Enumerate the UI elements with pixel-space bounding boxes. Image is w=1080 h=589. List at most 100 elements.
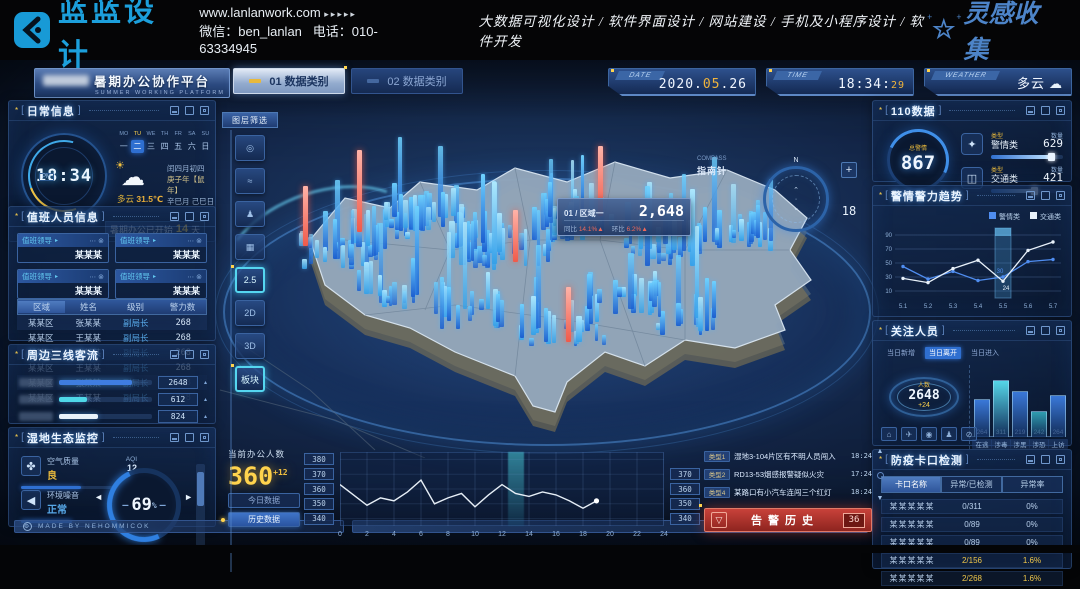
y-tick: 340	[304, 513, 334, 525]
minimize-icon[interactable]	[1026, 191, 1035, 200]
map-tooltip: 01 / 区域一 2,648 同比 14.1%▲ 环比 6.2%▲	[557, 198, 691, 236]
checkpoint-row[interactable]: 某某某某某0/890%	[881, 517, 1063, 532]
minimize-icon[interactable]	[1026, 455, 1035, 464]
layer-button-2.5[interactable]: 2.5	[235, 267, 265, 293]
x-tick: 6	[419, 531, 423, 538]
data-spike	[546, 229, 551, 263]
window-icon[interactable]	[185, 212, 194, 221]
layer-button-板块[interactable]: 板块	[235, 366, 265, 392]
minimize-icon[interactable]	[1026, 326, 1035, 335]
alert-time: 18:24	[846, 452, 872, 460]
alert-history-banner[interactable]: ▽ 告警历史 36	[704, 508, 872, 532]
checkpoint-row[interactable]: 某某某某某0/3110%	[881, 499, 1063, 514]
window-icon[interactable]	[185, 433, 194, 442]
checkpoint-row[interactable]: 某某某某某2/2681.6%	[881, 571, 1063, 586]
map-3d-view[interactable]: 01 / 区域一 2,648 同比 14.1%▲ 环比 6.2%▲ COMPAS…	[215, 90, 875, 458]
expand-icon[interactable]	[200, 212, 209, 221]
layer-button-signal[interactable]: ≈	[235, 168, 265, 194]
data-spike	[479, 299, 483, 310]
weekday-cell: TH四	[158, 131, 172, 153]
wechat-id: 微信：ben_lanlan	[199, 24, 302, 39]
clock-time: 18:34	[36, 166, 92, 186]
focus-tab[interactable]: 当日进入	[967, 347, 1003, 359]
window-icon[interactable]	[1041, 106, 1050, 115]
data-spike	[519, 233, 523, 250]
minimize-icon[interactable]	[170, 106, 179, 115]
alert-row[interactable]: 类型2RD13-53烟感报警疑似火灾17:24	[704, 466, 872, 482]
svg-text:50: 50	[885, 261, 892, 267]
duty-table-header: 区域姓名级别警力数	[17, 299, 207, 315]
layer-filter-title: 图层筛选	[222, 112, 278, 128]
svg-text:30: 30	[997, 269, 1004, 275]
minimize-icon[interactable]	[170, 212, 179, 221]
focus-tab[interactable]: 当日离开	[925, 347, 961, 359]
alert-row[interactable]: 类型4某路口有小汽车连闯三个红灯18:24	[704, 484, 872, 500]
expand-icon[interactable]	[1056, 191, 1065, 200]
duty-table-row[interactable]: 某某区张某某副局长268	[17, 315, 207, 330]
y-tick: 360	[670, 483, 700, 495]
plane-icon[interactable]: ✈	[901, 427, 917, 441]
window-icon[interactable]	[1041, 455, 1050, 464]
data-spike	[364, 262, 369, 294]
scroll-thumb[interactable]	[877, 472, 884, 479]
alert-scrollbar[interactable]: ▲ ▼	[874, 448, 886, 502]
eco-scrollbar[interactable]	[196, 464, 205, 546]
target-icon[interactable]: ◉	[921, 427, 937, 441]
layer-button-2D[interactable]: 2D	[235, 300, 265, 326]
scroll-up-icon[interactable]: ▲	[877, 448, 884, 455]
layer-button-building[interactable]: ▦	[235, 234, 265, 260]
window-icon[interactable]	[185, 106, 194, 115]
data-spike	[323, 211, 328, 251]
minimize-icon[interactable]	[1026, 106, 1035, 115]
history-data-button[interactable]: 历史数据	[228, 512, 300, 527]
window-icon[interactable]	[1041, 191, 1050, 200]
sparkle-star-icon: ☆++	[932, 15, 955, 45]
expand-icon[interactable]	[1056, 326, 1065, 335]
home-icon[interactable]: ⌂	[881, 427, 897, 441]
gauge-left-arrow[interactable]: ◄	[94, 492, 103, 502]
alert-row[interactable]: 类型1湿地3-104片区有不明人员闯入18:24	[704, 448, 872, 464]
flow-bar-row: 612▴	[19, 392, 207, 406]
today-data-button[interactable]: 今日数据	[228, 493, 300, 508]
duty-table-row[interactable]: 某某区王某某副局长268	[17, 330, 207, 345]
alert-list: 类型1湿地3-104片区有不明人员闯入18:24 类型2RD13-53烟感报警疑似…	[704, 448, 872, 502]
layer-button-camera[interactable]: ◎	[235, 135, 265, 161]
weekday-cell: TU二	[131, 131, 145, 153]
minimize-icon[interactable]	[170, 433, 179, 442]
tab-data-category-1[interactable]: 01 数据类别	[233, 68, 345, 94]
site-url[interactable]: www.lanlanwork.com	[199, 5, 320, 20]
date-label: DATE	[615, 71, 665, 80]
expand-icon[interactable]	[200, 106, 209, 115]
weather-text: 多云	[117, 194, 134, 204]
layer-button-people[interactable]: ♟	[235, 201, 265, 227]
scroll-down-icon[interactable]: ▼	[877, 495, 884, 502]
duty-leader-card[interactable]: 值班领导▸⋯ ⊗某某某	[115, 269, 207, 299]
office-trend-chart: 3803703703603603503503403400246810121416…	[304, 448, 700, 548]
expand-icon[interactable]	[200, 433, 209, 442]
data-spike	[467, 221, 471, 259]
expand-icon[interactable]	[1056, 106, 1065, 115]
tab-data-category-2[interactable]: 02 数据类别	[351, 68, 463, 94]
window-icon[interactable]	[185, 350, 194, 359]
expand-icon[interactable]	[1056, 455, 1065, 464]
checkpoint-header: 卡口名称异常/已检测异常率	[881, 476, 1063, 493]
data-spike	[468, 306, 471, 322]
window-icon[interactable]	[1041, 326, 1050, 335]
layer-button-3D[interactable]: 3D	[235, 333, 265, 359]
duty-leader-card[interactable]: 值班领导▸⋯ ⊗某某某	[17, 233, 109, 263]
ban-icon[interactable]: ⊘	[961, 427, 977, 441]
focus-people-counter: 人数 2648 +24	[889, 369, 959, 423]
duty-leader-card[interactable]: 值班领导▸⋯ ⊗某某某	[17, 269, 109, 299]
svg-text:90: 90	[885, 233, 892, 239]
duty-leader-card[interactable]: 值班领导▸⋯ ⊗某某某	[115, 233, 207, 263]
focus-tab[interactable]: 当日新增	[883, 347, 919, 359]
x-tick: 16	[552, 531, 560, 538]
logo[interactable]: 蓝蓝设计	[14, 0, 177, 74]
expand-icon[interactable]	[200, 350, 209, 359]
checkpoint-row[interactable]: 某某某某某2/1561.6%	[881, 553, 1063, 568]
collect-link[interactable]: ☆++ 灵感收集	[932, 0, 1054, 66]
person-icon[interactable]: ♟	[941, 427, 957, 441]
zoom-in-button[interactable]: +	[841, 162, 857, 178]
gauge-right-arrow[interactable]: ►	[184, 492, 193, 502]
minimize-icon[interactable]	[170, 350, 179, 359]
